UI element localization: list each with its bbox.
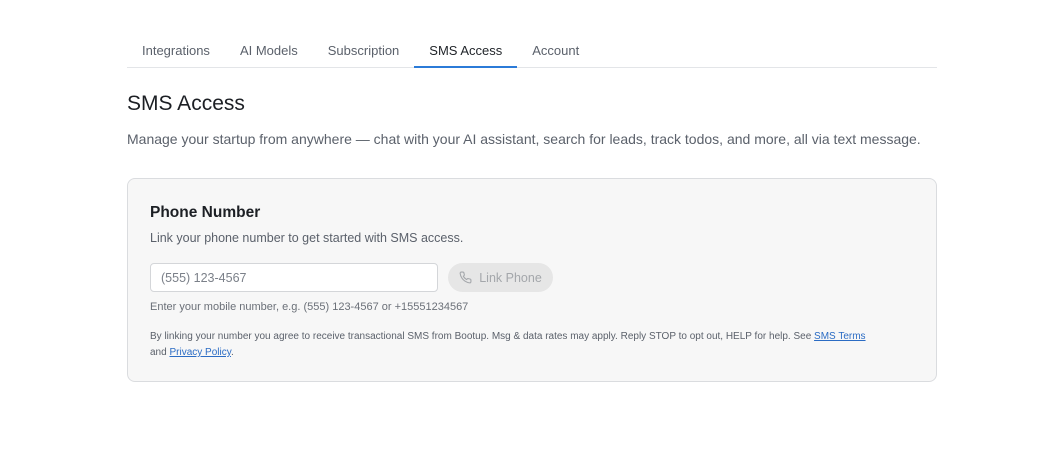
tab-ai-models[interactable]: AI Models [225, 34, 313, 67]
tab-sms-access[interactable]: SMS Access [414, 34, 518, 68]
link-phone-label: Link Phone [479, 270, 542, 285]
tab-account[interactable]: Account [517, 34, 594, 67]
page-description: Manage your startup from anywhere — chat… [127, 131, 921, 147]
card-description: Link your phone number to get started wi… [150, 231, 464, 245]
page-title: SMS Access [127, 92, 245, 115]
phone-number-card: Phone Number Link your phone number to g… [127, 178, 937, 382]
phone-hint: Enter your mobile number, e.g. (555) 123… [150, 301, 469, 313]
tab-subscription[interactable]: Subscription [313, 34, 415, 67]
phone-icon [459, 271, 472, 284]
sms-terms-link[interactable]: SMS Terms [814, 331, 866, 342]
tab-integrations[interactable]: Integrations [127, 34, 225, 67]
legal-notice: By linking your number you agree to rece… [150, 329, 920, 361]
legal-text-before: By linking your number you agree to rece… [150, 331, 815, 342]
privacy-policy-link[interactable]: Privacy Policy [169, 347, 231, 358]
legal-text-middle: and [150, 347, 170, 358]
phone-number-input[interactable] [150, 263, 438, 292]
legal-text-after: . [230, 347, 234, 358]
settings-tabs: Integrations AI Models Subscription SMS … [127, 34, 937, 68]
card-title: Phone Number [150, 204, 261, 221]
link-phone-button[interactable]: Link Phone [448, 263, 553, 292]
